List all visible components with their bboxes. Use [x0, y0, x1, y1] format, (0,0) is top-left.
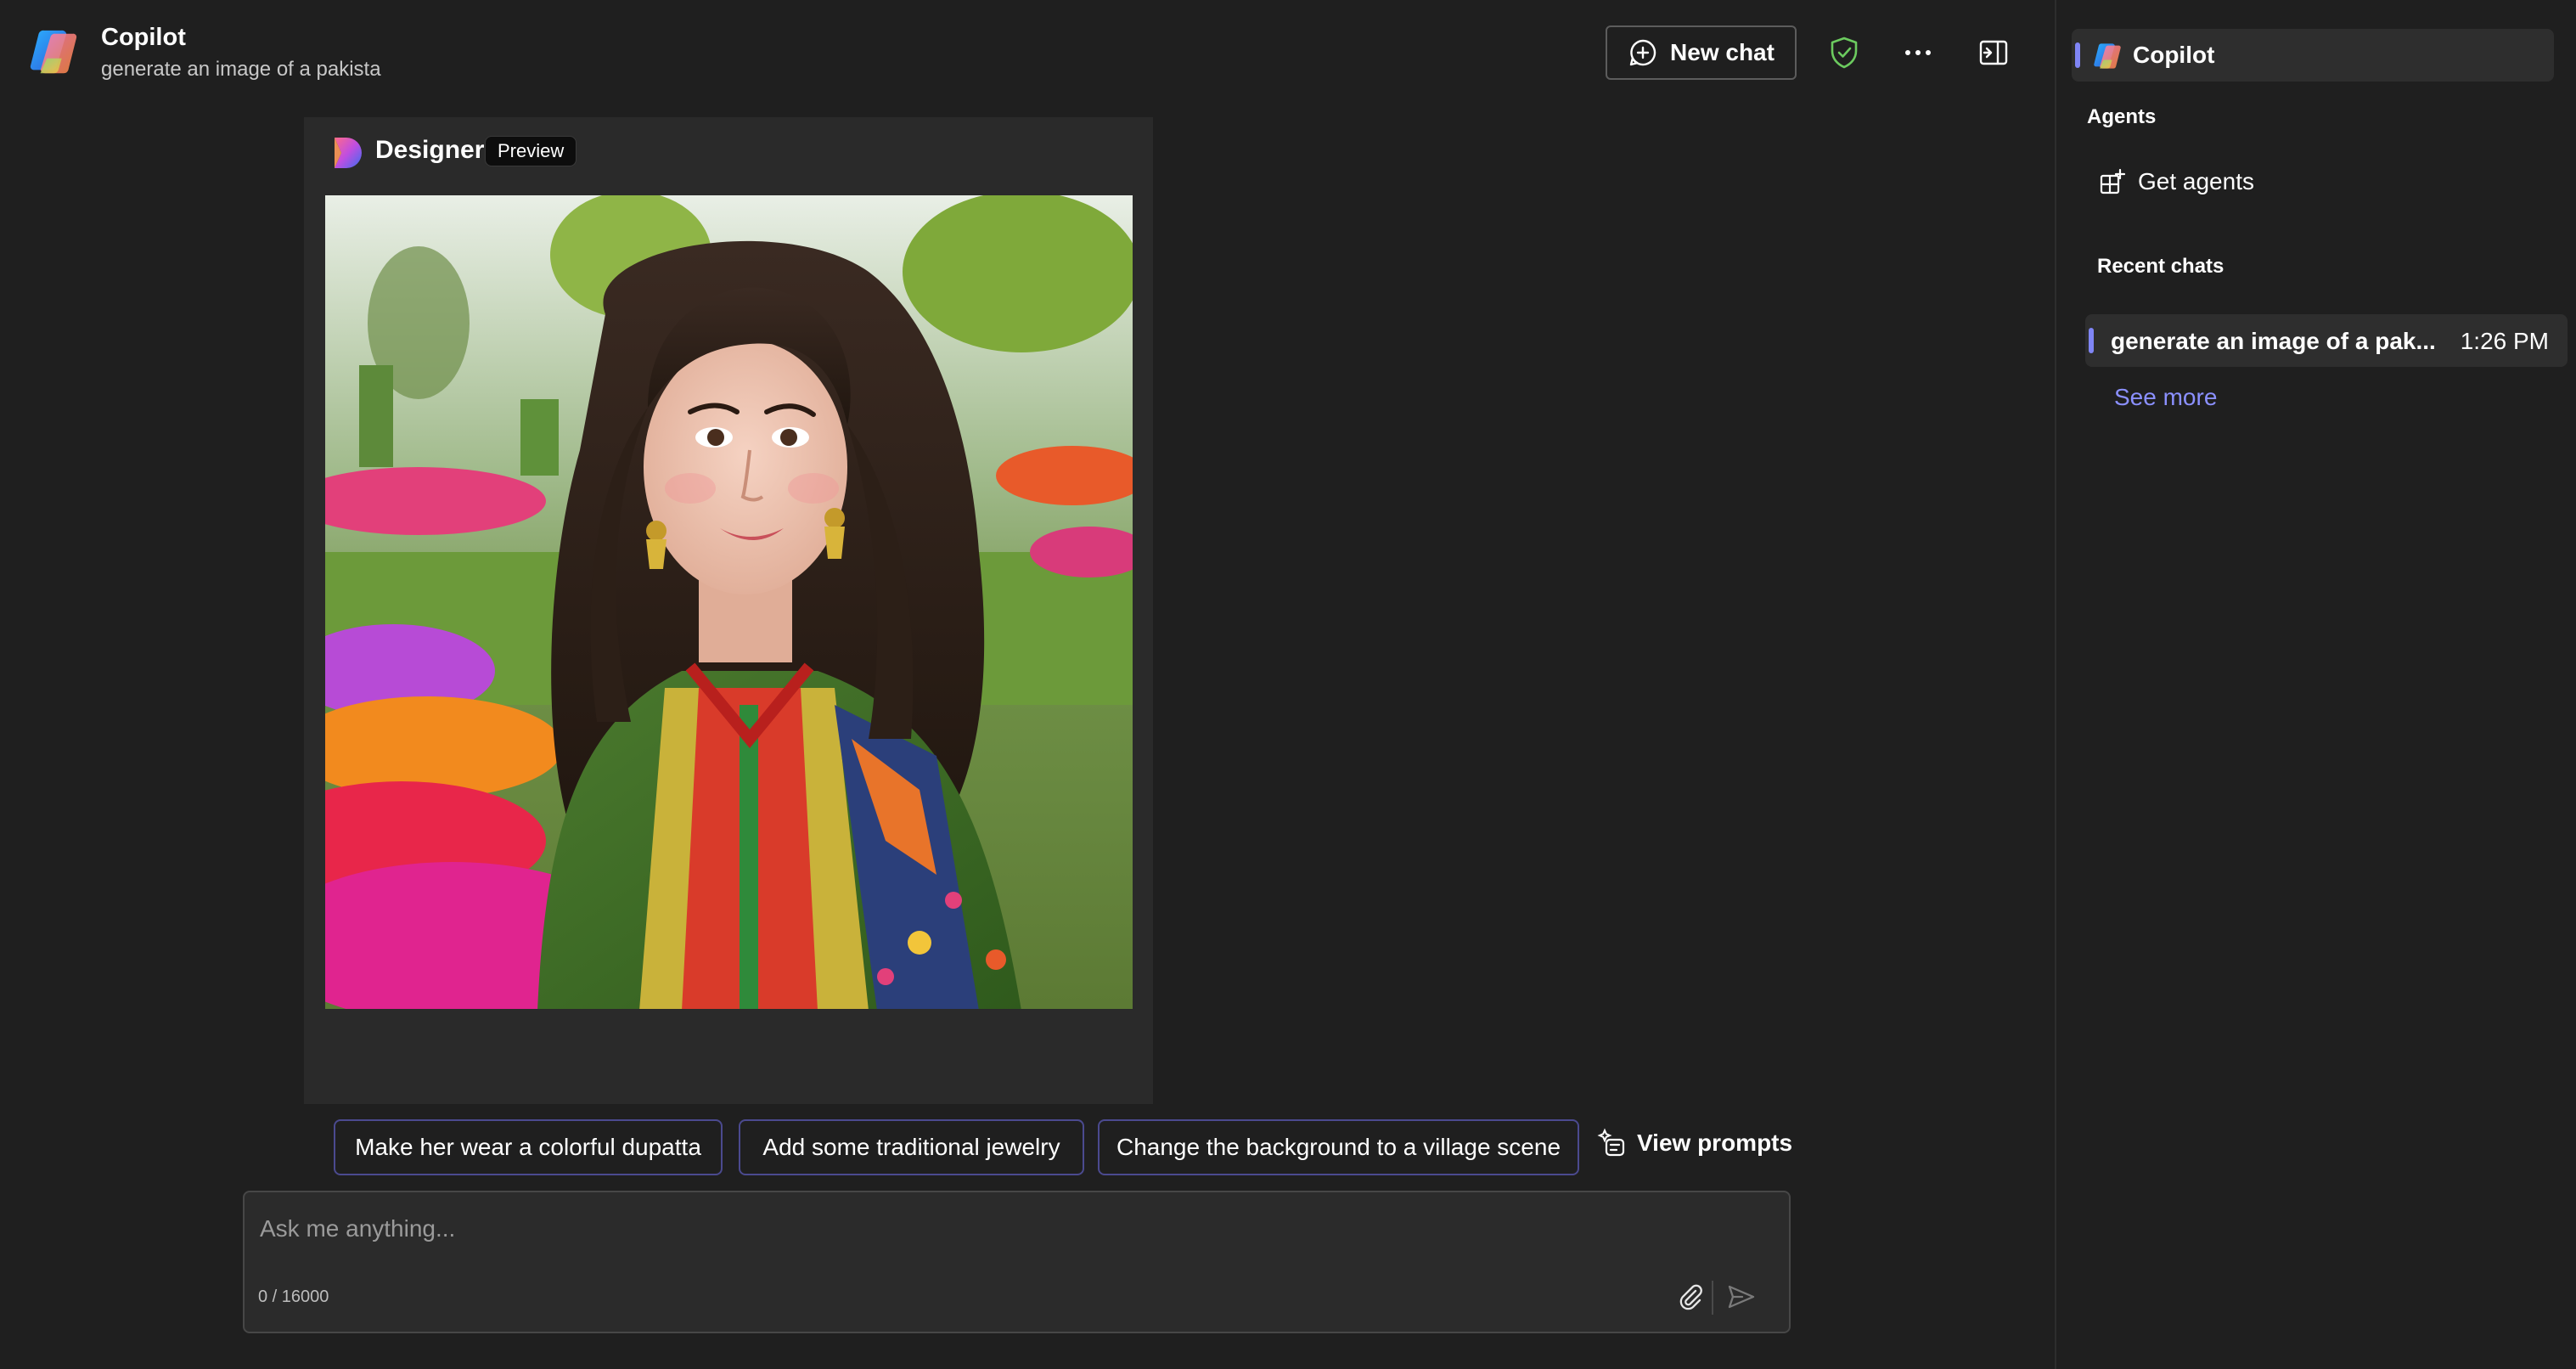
selected-indicator	[2075, 42, 2080, 68]
suggestion-chip[interactable]: Make her wear a colorful dupatta	[334, 1119, 723, 1175]
composer: 0 / 16000	[243, 1191, 1791, 1333]
chat-subtitle: generate an image of a pakista	[101, 58, 381, 81]
get-agents-label: Get agents	[2138, 168, 2254, 194]
header: Copilot generate an image of a pakista N…	[0, 0, 2055, 105]
copilot-logo-icon	[30, 30, 77, 74]
copilot-logo-icon	[2094, 43, 2121, 69]
suggestion-label: Make her wear a colorful dupatta	[355, 1134, 701, 1160]
view-prompts-icon	[1597, 1128, 1625, 1157]
view-prompts-label: View prompts	[1637, 1130, 1793, 1156]
new-chat-label: New chat	[1670, 39, 1775, 65]
send-icon[interactable]	[1722, 1277, 1761, 1316]
shield-check-icon[interactable]	[1825, 34, 1863, 71]
sidebar-item-copilot[interactable]: Copilot	[2072, 29, 2554, 82]
app-title: Copilot	[101, 24, 186, 51]
copilot-app: Copilot generate an image of a pakista N…	[0, 0, 2576, 1369]
sidebar-item-label: Copilot	[2133, 42, 2215, 68]
recent-chats-heading: Recent chats	[2097, 255, 2224, 278]
more-options-icon[interactable]	[1899, 34, 1937, 71]
designer-logo-icon	[335, 138, 362, 168]
suggestion-label: Add some traditional jewelry	[762, 1134, 1060, 1160]
new-chat-button[interactable]: New chat	[1606, 25, 1797, 80]
apps-add-icon	[2100, 168, 2126, 194]
character-count: 0 / 16000	[258, 1287, 329, 1306]
attach-icon[interactable]	[1671, 1277, 1710, 1316]
selected-indicator	[2089, 328, 2094, 353]
designer-response-card: Designer Preview	[304, 117, 1153, 1104]
suggestion-chip[interactable]: Add some traditional jewelry	[739, 1119, 1084, 1175]
suggestion-label: Change the background to a village scene	[1116, 1134, 1561, 1160]
get-agents-button[interactable]: Get agents	[2082, 158, 2540, 206]
sidebar: Copilot Agents Get agents Recent chats g…	[2055, 0, 2576, 1369]
designer-title: Designer	[375, 136, 485, 164]
suggestion-chip[interactable]: Change the background to a village scene	[1098, 1119, 1579, 1175]
recent-chat-time: 1:26 PM	[2460, 328, 2549, 354]
see-more-link[interactable]: See more	[2114, 384, 2217, 411]
generated-portrait-image[interactable]	[325, 195, 1133, 1009]
agents-heading: Agents	[2087, 105, 2157, 128]
recent-chat-item[interactable]: generate an image of a pak... 1:26 PM	[2085, 314, 2568, 367]
composer-divider	[1712, 1281, 1713, 1315]
message-input[interactable]	[258, 1208, 1701, 1250]
view-prompts-button[interactable]: View prompts	[1596, 1123, 1792, 1163]
new-chat-icon	[1629, 39, 1656, 66]
preview-badge: Preview	[485, 136, 577, 166]
recent-chat-title: generate an image of a pak...	[2111, 328, 2436, 354]
side-panel-icon[interactable]	[1975, 34, 2012, 71]
